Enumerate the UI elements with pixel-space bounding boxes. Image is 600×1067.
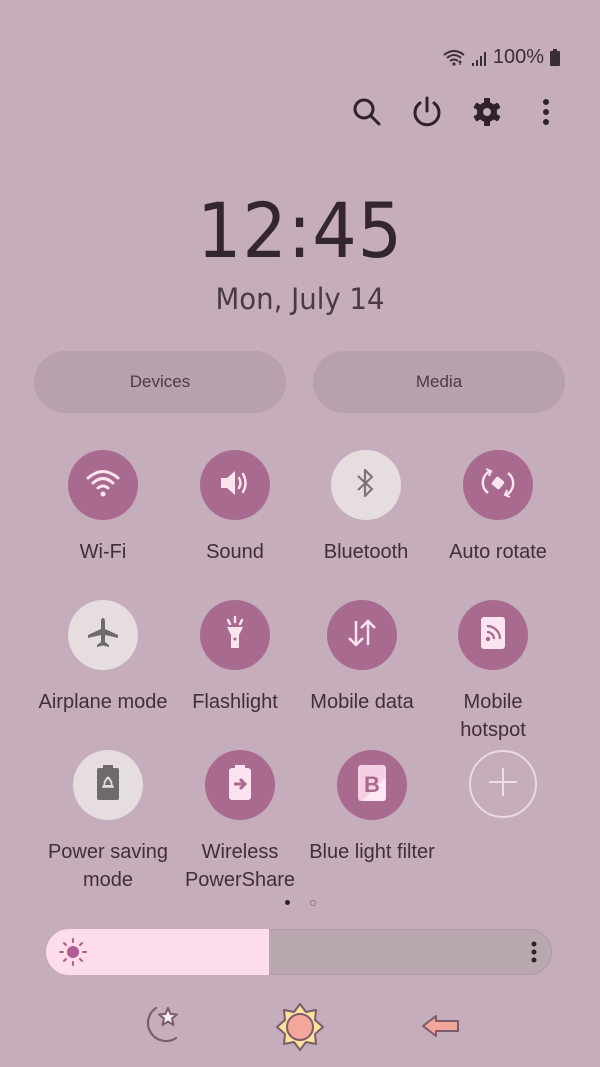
more-vertical-icon xyxy=(541,97,551,132)
tile-wifi[interactable]: Wi-Fi xyxy=(38,450,168,566)
tile-label: Flashlight xyxy=(192,691,278,713)
signal-icon xyxy=(471,50,487,66)
tile-auto-rotate[interactable]: Auto rotate xyxy=(433,450,563,566)
sound-toggle[interactable] xyxy=(200,450,270,520)
day-mode-button[interactable] xyxy=(274,1002,326,1057)
auto-rotate-icon xyxy=(480,465,516,506)
tile-add[interactable] xyxy=(438,750,568,818)
bluetooth-toggle[interactable] xyxy=(331,450,401,520)
tile-label: Blue light filter xyxy=(309,841,435,863)
brightness-more-button[interactable] xyxy=(530,939,538,970)
tile-power-saving-mode[interactable]: Power saving mode xyxy=(43,750,173,894)
add-icon xyxy=(487,766,519,803)
media-label: Media xyxy=(415,372,463,391)
tile-label: Auto rotate xyxy=(449,541,547,563)
tile-bluetooth[interactable]: Bluetooth xyxy=(301,450,431,566)
devices-label: Devices xyxy=(129,372,191,391)
flashlight-toggle[interactable] xyxy=(200,600,270,670)
blue-light-filter-icon: B xyxy=(356,763,388,808)
auto-rotate-toggle[interactable] xyxy=(463,450,533,520)
bluetooth-icon xyxy=(354,467,378,504)
tile-mobile-hotspot[interactable]: Mobile hotspot xyxy=(428,600,558,744)
tile-sound[interactable]: Sound xyxy=(170,450,300,566)
moon-star-icon xyxy=(134,1006,184,1056)
devices-button[interactable]: Devices xyxy=(34,351,286,413)
tile-label: Airplane mode xyxy=(38,691,168,713)
brightness-slider[interactable] xyxy=(46,929,552,975)
search-icon xyxy=(352,97,382,132)
tile-mobile-data[interactable]: Mobile data xyxy=(297,600,427,716)
page-indicator xyxy=(0,900,600,906)
tile-airplane-mode[interactable]: Airplane mode xyxy=(38,600,168,716)
airplane-mode-toggle[interactable] xyxy=(68,600,138,670)
power-icon xyxy=(412,96,442,133)
tile-wireless-powershare[interactable]: Wireless PowerShare xyxy=(175,750,305,894)
tile-blue-light-filter[interactable]: B Blue light filter xyxy=(307,750,437,866)
tile-label: Sound xyxy=(206,541,264,563)
wireless-powershare-icon xyxy=(227,764,253,807)
sun-icon xyxy=(58,937,88,972)
power-saving-icon xyxy=(95,764,121,807)
left-arrow-icon xyxy=(420,1015,462,1044)
battery-icon xyxy=(550,49,560,66)
settings-button[interactable] xyxy=(467,94,507,134)
speaker-icon xyxy=(217,468,253,503)
tile-label: Mobile hotspot xyxy=(460,691,526,741)
tile-label: Power saving mode xyxy=(47,841,169,891)
more-options-button[interactable] xyxy=(526,94,566,134)
search-button[interactable] xyxy=(347,94,387,134)
airplane-icon xyxy=(85,615,121,656)
power-button[interactable] xyxy=(407,94,447,134)
blue-light-filter-toggle[interactable]: B xyxy=(337,750,407,820)
mobile-data-toggle[interactable] xyxy=(327,600,397,670)
wifi-icon xyxy=(85,468,121,503)
flashlight-icon xyxy=(220,615,250,656)
add-tile-button[interactable] xyxy=(469,750,537,818)
power-saving-toggle[interactable] xyxy=(73,750,143,820)
wireless-powershare-toggle[interactable] xyxy=(205,750,275,820)
more-vertical-icon xyxy=(530,941,538,969)
tile-label: Wireless PowerShare xyxy=(184,841,296,891)
clock-date[interactable]: Mon, July 14 xyxy=(15,282,585,316)
tile-label: Wi-Fi xyxy=(79,541,127,563)
tile-label: Bluetooth xyxy=(323,541,409,563)
wifi-toggle[interactable] xyxy=(68,450,138,520)
media-button[interactable]: Media xyxy=(313,351,565,413)
page-dot-inactive[interactable] xyxy=(309,900,316,906)
sun-badge-icon xyxy=(274,1003,326,1056)
night-mode-button[interactable] xyxy=(134,1002,184,1057)
mobile-hotspot-toggle[interactable] xyxy=(458,600,528,670)
mobile-data-icon xyxy=(344,615,380,656)
back-button[interactable] xyxy=(420,1012,462,1045)
top-actions-bar xyxy=(0,94,600,134)
hotspot-icon xyxy=(478,615,508,656)
svg-text:B: B xyxy=(364,772,380,797)
battery-percentage: 100% xyxy=(492,46,544,68)
status-bar: 100% xyxy=(443,46,560,69)
clock-time[interactable]: 12:45 xyxy=(24,186,576,275)
gear-icon xyxy=(472,97,502,132)
wifi-icon xyxy=(443,49,465,66)
tile-label: Mobile data xyxy=(310,691,414,713)
tile-flashlight[interactable]: Flashlight xyxy=(170,600,300,716)
page-dot-active[interactable] xyxy=(284,900,290,905)
